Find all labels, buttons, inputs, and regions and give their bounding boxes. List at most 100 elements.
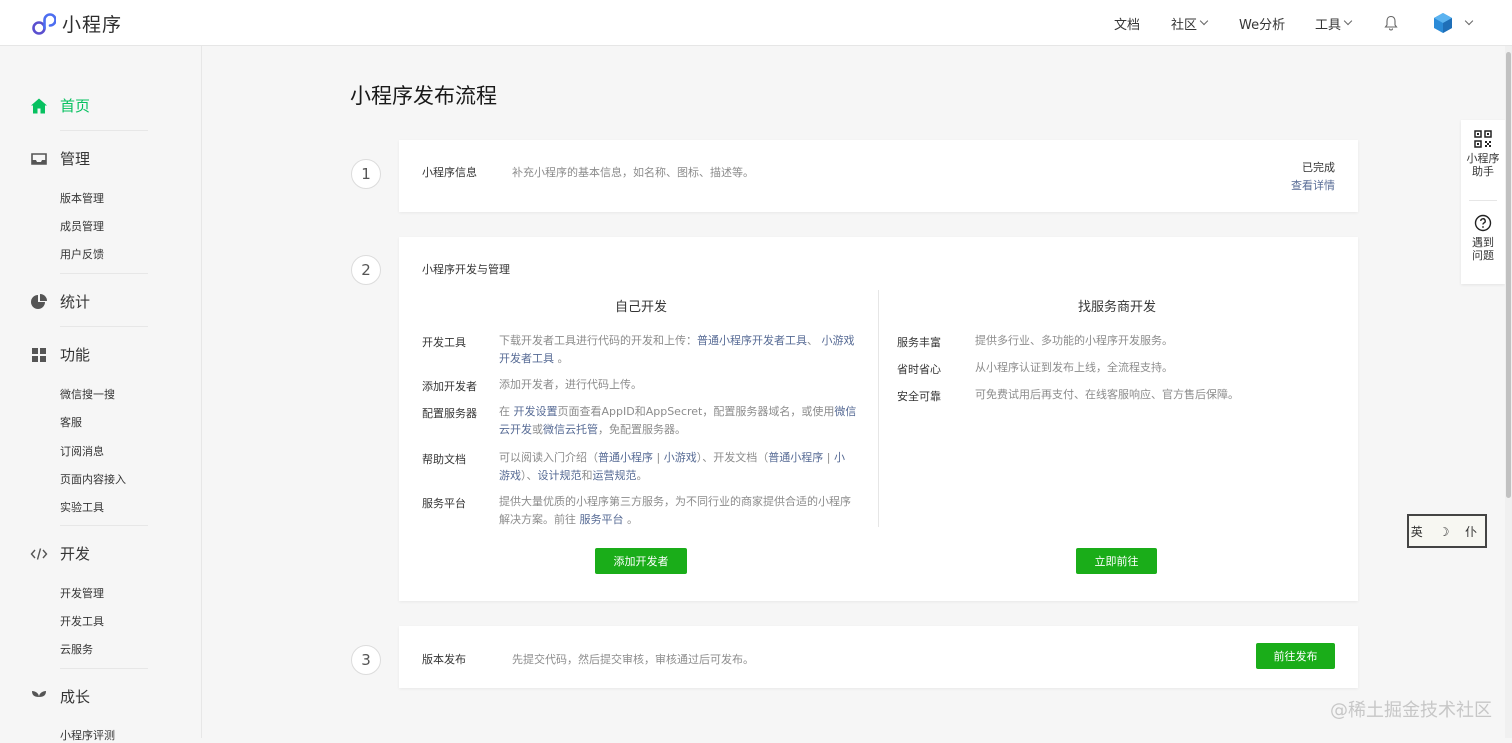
step-label: 小程序开发与管理 <box>422 263 510 276</box>
bell-icon[interactable] <box>1384 15 1398 31</box>
link-wechat-cloud-hosting[interactable]: 微信云托管 <box>543 423 598 436</box>
divider <box>60 525 148 526</box>
link-intro-minigame[interactable]: 小游戏 <box>664 451 697 464</box>
link-docs-minigame-a[interactable]: 小 <box>834 451 845 464</box>
text: 页面查看AppID和AppSecret，配置服务器域名，或使用 <box>557 405 835 418</box>
scrollbar-thumb[interactable] <box>1506 52 1511 498</box>
row-text-help-docs: 可以阅读入门介绍（普通小程序 | 小游戏）、开发文档（普通小程序 | 小游戏）、… <box>499 449 864 485</box>
link-docs-normal[interactable]: 普通小程序 <box>768 451 823 464</box>
link-minigame-devtools-a[interactable]: 小游戏 <box>822 334 855 347</box>
row-text-vendor-secure: 可免费试用后再支付、在线客服响应、官方售后保障。 <box>975 388 1239 401</box>
link-docs-minigame-b[interactable]: 游戏 <box>499 469 521 482</box>
sidebar-home-label: 首页 <box>60 97 91 115</box>
sidebar-item-customer-service[interactable]: 客服 <box>60 414 82 430</box>
step-description: 先提交代码，然后提交审核，审核通过后可发布。 <box>512 653 754 666</box>
text: ）、 <box>521 469 538 482</box>
row-label-server: 配置服务器 <box>422 407 477 420</box>
row-text-service-platform: 提供大量优质的小程序第三方服务，为不同行业的商家提供合适的小程序 解决方案。前往 … <box>499 493 864 529</box>
self-dev-title: 自己开发 <box>615 300 668 315</box>
home-icon <box>30 97 48 115</box>
add-developer-button[interactable]: 添加开发者 <box>595 548 687 574</box>
nav-tools[interactable]: 工具 <box>1315 14 1353 33</box>
divider <box>60 130 148 131</box>
text: | <box>826 451 831 464</box>
sidebar-item-stats[interactable]: 统计 <box>30 291 90 312</box>
avatar <box>1434 13 1452 33</box>
sidebar-item-user-feedback[interactable]: 用户反馈 <box>60 246 104 262</box>
text: ，免配置服务器。 <box>598 423 686 436</box>
chevron-down-icon <box>1343 16 1353 26</box>
link-dev-settings[interactable]: 开发设置 <box>514 405 558 418</box>
text: 、 <box>807 334 818 347</box>
row-text-vendor-rich: 提供多行业、多功能的小程序开发服务。 <box>975 334 1173 347</box>
account-menu[interactable] <box>1432 12 1474 34</box>
sidebar-item-cloud-service[interactable]: 云服务 <box>60 641 93 657</box>
link-minigame-devtools-b[interactable]: 开发者工具 <box>499 352 554 365</box>
watermark: @稀土掘金技术社区 <box>1330 700 1492 721</box>
sidebar-item-subscribe-message[interactable]: 订阅消息 <box>60 443 104 459</box>
row-label-add-dev: 添加开发者 <box>422 380 477 393</box>
nav-community[interactable]: 社区 <box>1171 14 1209 33</box>
divider <box>60 668 148 669</box>
sidebar-item-page-content[interactable]: 页面内容接入 <box>60 471 126 487</box>
sidebar-item-miniprogram-review[interactable]: 小程序评测 <box>60 727 115 743</box>
go-publish-button[interactable]: 前往发布 <box>1256 643 1335 669</box>
link-intro-normal[interactable]: 普通小程序 <box>598 451 653 464</box>
help-button[interactable]: 遇到 问题 <box>1461 214 1505 262</box>
sidebar-item-wechat-search[interactable]: 微信搜一搜 <box>60 386 115 402</box>
assistant-label-2: 助手 <box>1472 165 1494 178</box>
text: 。 <box>636 469 648 482</box>
sidebar-item-growth[interactable]: 成长 <box>30 686 90 707</box>
help-label-1: 遇到 <box>1472 236 1494 249</box>
sidebar-item-member-manage[interactable]: 成员管理 <box>60 218 104 234</box>
row-label-vendor-save-time: 省时省心 <box>897 363 941 376</box>
link-design-spec[interactable]: 设计规范 <box>538 469 582 482</box>
sidebar-item-develop[interactable]: 开发 <box>30 543 90 564</box>
view-details-link[interactable]: 查看详情 <box>1291 177 1335 193</box>
link-service-platform[interactable]: 服务平台 <box>580 513 624 526</box>
miniprogram-assistant-button[interactable]: 小程序 助手 <box>1461 130 1505 178</box>
nav-community-label: 社区 <box>1171 17 1198 33</box>
row-text-dev-tools: 下载开发者工具进行代码的开发和上传：普通小程序开发者工具、 小游戏 开发者工具 。 <box>499 332 864 368</box>
nav-tools-label: 工具 <box>1315 17 1342 33</box>
go-now-button[interactable]: 立即前往 <box>1076 548 1157 574</box>
sidebar-item-manage[interactable]: 管理 <box>30 148 90 169</box>
sidebar-item-features[interactable]: 功能 <box>30 344 90 365</box>
sidebar-develop-label: 开发 <box>60 545 91 563</box>
code-icon <box>30 545 48 563</box>
step-description: 补充小程序的基本信息，如名称、图标、描述等。 <box>512 166 754 179</box>
sidebar-item-dev-tools[interactable]: 开发工具 <box>60 613 104 629</box>
assistant-label-1: 小程序 <box>1466 152 1500 165</box>
logo[interactable]: 小程序 <box>30 10 122 37</box>
sidebar-manage-label: 管理 <box>60 150 91 168</box>
text: 可以阅读入门介绍（ <box>499 451 598 464</box>
row-label-dev-tools: 开发工具 <box>422 336 466 349</box>
row-label-service-platform: 服务平台 <box>422 497 466 510</box>
row-text-add-dev: 添加开发者，进行代码上传。 <box>499 378 642 391</box>
step-number-3: 3 <box>351 645 381 675</box>
sprout-icon <box>30 688 48 706</box>
text: | <box>656 451 661 464</box>
link-operation-spec[interactable]: 运营规范 <box>593 469 637 482</box>
row-label-vendor-secure: 安全可靠 <box>897 390 941 403</box>
sidebar-item-home[interactable]: 首页 <box>30 95 90 116</box>
question-icon <box>1474 214 1492 232</box>
link-normal-devtools[interactable]: 普通小程序开发者工具 <box>697 334 807 347</box>
column-divider <box>878 290 879 527</box>
pie-chart-icon <box>30 293 48 311</box>
nav-we-analytics[interactable]: We分析 <box>1239 14 1285 33</box>
right-float-panel: 小程序 助手 遇到 问题 <box>1461 120 1505 284</box>
link-wechat-cloud-b[interactable]: 云开发 <box>499 423 532 436</box>
status-badge: 已完成 <box>1302 161 1335 174</box>
logo-text: 小程序 <box>62 14 123 36</box>
link-wechat-cloud-a[interactable]: 微信 <box>834 405 856 418</box>
page-title: 小程序发布流程 <box>350 84 497 108</box>
sidebar-item-experiment-tools[interactable]: 实验工具 <box>60 499 104 515</box>
help-label-2: 问题 <box>1472 249 1494 262</box>
divider <box>1469 200 1497 201</box>
sidebar-growth-label: 成长 <box>60 688 91 706</box>
row-label-vendor-rich: 服务丰富 <box>897 336 941 349</box>
nav-docs[interactable]: 文档 <box>1114 14 1140 33</box>
sidebar-item-dev-manage[interactable]: 开发管理 <box>60 585 104 601</box>
sidebar-item-version-manage[interactable]: 版本管理 <box>60 190 104 206</box>
